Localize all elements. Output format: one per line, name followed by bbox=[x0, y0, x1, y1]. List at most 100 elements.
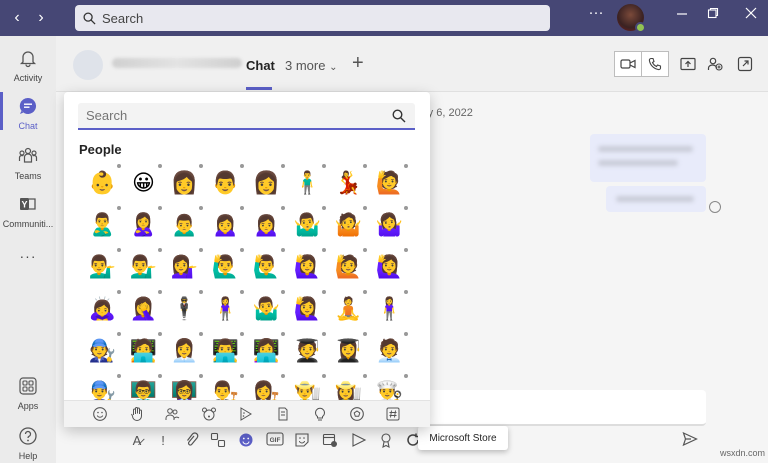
emoji-item[interactable]: 👩‍💻 bbox=[246, 330, 287, 372]
emoji-item[interactable]: 🤷‍♂️ bbox=[287, 204, 328, 246]
emoji-item[interactable]: 🙋‍♀️ bbox=[369, 246, 410, 288]
minimize-icon[interactable] bbox=[670, 6, 694, 23]
praise-icon[interactable] bbox=[377, 432, 395, 450]
rail-item-communities[interactable]: Y Communiti... bbox=[0, 194, 56, 229]
emoji-item[interactable]: 👩 bbox=[246, 162, 287, 204]
emoji-item[interactable]: 🙋‍♂️ bbox=[205, 246, 246, 288]
symbol-icon[interactable] bbox=[385, 406, 401, 422]
emoji-item[interactable]: 🧑‍🔧 bbox=[82, 330, 123, 372]
emoji-glyph: 👩 bbox=[170, 170, 199, 195]
send-icon[interactable] bbox=[682, 431, 698, 452]
food-icon[interactable] bbox=[238, 406, 254, 422]
emoji-item[interactable]: 🧑‍💼 bbox=[369, 330, 410, 372]
rail-item-chat[interactable]: Chat bbox=[0, 92, 56, 131]
emoji-item[interactable]: 🙋‍♀️ bbox=[287, 246, 328, 288]
sticker-icon[interactable] bbox=[293, 432, 311, 450]
emoji-item[interactable]: 💁‍♂️ bbox=[123, 246, 164, 288]
back-icon[interactable]: ‹ bbox=[7, 8, 27, 28]
emoji-item[interactable]: 🧍‍♀️ bbox=[369, 288, 410, 330]
emoji-item[interactable]: 🙋 bbox=[369, 162, 410, 204]
schedule-meeting-icon[interactable] bbox=[321, 432, 339, 450]
emoji-item[interactable]: 🤷 bbox=[328, 204, 369, 246]
user-avatar[interactable] bbox=[617, 4, 646, 33]
emoji-item[interactable]: 🙎‍♂️ bbox=[82, 204, 123, 246]
emoji-glyph: 👩 bbox=[252, 170, 281, 195]
emoji-item[interactable]: 🙍‍♀️ bbox=[205, 204, 246, 246]
emoji-item[interactable]: 🙋‍♂️ bbox=[246, 246, 287, 288]
add-tab-button[interactable]: + bbox=[352, 52, 364, 75]
emoji-item[interactable]: 🤷‍♀️ bbox=[369, 204, 410, 246]
emoji-item[interactable]: 👩 bbox=[164, 162, 205, 204]
rail-item-help[interactable]: Help bbox=[0, 426, 56, 461]
emoji-search-input[interactable] bbox=[86, 103, 376, 128]
video-call-button[interactable] bbox=[614, 51, 642, 77]
hand-icon[interactable] bbox=[129, 406, 145, 422]
emoji-item[interactable]: 🙇‍♀️ bbox=[82, 288, 123, 330]
emoji-item[interactable]: 🧍‍♂️ bbox=[287, 162, 328, 204]
people-icon[interactable] bbox=[164, 406, 180, 422]
emoji-item[interactable]: 🙍‍♂️ bbox=[164, 204, 205, 246]
emoji-item[interactable]: 😀 bbox=[123, 162, 164, 204]
skin-tone-indicator bbox=[158, 248, 162, 252]
emoji-item[interactable]: 👩‍💼 bbox=[164, 330, 205, 372]
emoji-item[interactable]: 🧘 bbox=[328, 288, 369, 330]
emoji-icon[interactable] bbox=[237, 432, 255, 450]
emoji-item[interactable]: 💁‍♂️ bbox=[82, 246, 123, 288]
emoji-item[interactable]: 🕴️ bbox=[164, 288, 205, 330]
restore-icon[interactable] bbox=[701, 6, 725, 23]
priority-icon[interactable]: ! bbox=[154, 432, 172, 450]
rail-item-activity[interactable]: Activity bbox=[0, 48, 56, 83]
tab-more[interactable]: 3 more ⌄ bbox=[285, 58, 337, 73]
smiley-icon[interactable] bbox=[92, 406, 108, 422]
emoji-item[interactable]: 👨‍💻 bbox=[205, 330, 246, 372]
compose-box[interactable] bbox=[420, 390, 706, 426]
ball-icon[interactable] bbox=[349, 406, 365, 422]
emoji-search-box[interactable] bbox=[78, 103, 415, 130]
pop-out-icon[interactable] bbox=[737, 56, 753, 72]
watermark: wsxdn.com bbox=[720, 448, 766, 458]
emoji-item[interactable]: 🙍‍♀️ bbox=[246, 204, 287, 246]
audio-call-button[interactable] bbox=[641, 51, 669, 77]
gif-icon[interactable]: GIF bbox=[266, 432, 284, 450]
emoji-glyph: 🧍‍♀️ bbox=[375, 296, 404, 321]
message-bubble[interactable] bbox=[606, 186, 706, 212]
emoji-glyph: 🙍‍♀️ bbox=[252, 212, 281, 237]
search-box[interactable]: Search bbox=[75, 5, 550, 31]
teams-icon bbox=[18, 147, 38, 163]
emoji-item[interactable]: 🙋 bbox=[328, 246, 369, 288]
emoji-item[interactable]: 🙋‍♀️ bbox=[287, 288, 328, 330]
bulb-icon[interactable] bbox=[312, 406, 328, 422]
loop-icon[interactable] bbox=[209, 432, 227, 450]
skin-tone-indicator bbox=[322, 206, 326, 210]
rail-item-apps[interactable]: Apps bbox=[0, 376, 56, 411]
share-screen-icon[interactable] bbox=[680, 56, 696, 72]
forward-icon[interactable]: › bbox=[31, 8, 51, 28]
search-icon bbox=[392, 109, 406, 123]
emoji-item[interactable]: 🤦‍♀️ bbox=[123, 288, 164, 330]
message-bubble[interactable] bbox=[590, 134, 706, 182]
format-icon[interactable]: A̷ bbox=[128, 432, 146, 450]
emoji-item[interactable]: 💃 bbox=[328, 162, 369, 204]
emoji-item[interactable]: 🧑‍💻 bbox=[123, 330, 164, 372]
emoji-item[interactable]: 🙎‍♀️ bbox=[123, 204, 164, 246]
emoji-item[interactable]: 🧍‍♀️ bbox=[205, 288, 246, 330]
building-icon[interactable] bbox=[275, 406, 291, 422]
animal-icon[interactable] bbox=[201, 406, 217, 422]
rail-more-icon[interactable]: ··· bbox=[0, 248, 56, 264]
emoji-glyph: 🧍‍♂️ bbox=[293, 170, 322, 195]
contact-avatar[interactable] bbox=[73, 50, 103, 80]
emoji-item[interactable]: 🤷‍♂️ bbox=[246, 288, 287, 330]
emoji-item[interactable]: 🧑‍🎓 bbox=[287, 330, 328, 372]
close-icon[interactable] bbox=[739, 6, 763, 23]
emoji-item[interactable]: 👨 bbox=[205, 162, 246, 204]
more-options-icon[interactable]: ··· bbox=[584, 4, 608, 21]
skin-tone-indicator bbox=[281, 206, 285, 210]
tab-chat[interactable]: Chat bbox=[246, 58, 275, 73]
rail-item-teams[interactable]: Teams bbox=[0, 146, 56, 181]
attach-icon[interactable] bbox=[183, 432, 201, 450]
emoji-item[interactable]: 👶 bbox=[82, 162, 123, 204]
add-people-icon[interactable] bbox=[707, 56, 723, 72]
emoji-item[interactable]: 👩‍🎓 bbox=[328, 330, 369, 372]
stream-icon[interactable] bbox=[350, 432, 368, 450]
emoji-item[interactable]: 💁‍♀️ bbox=[164, 246, 205, 288]
